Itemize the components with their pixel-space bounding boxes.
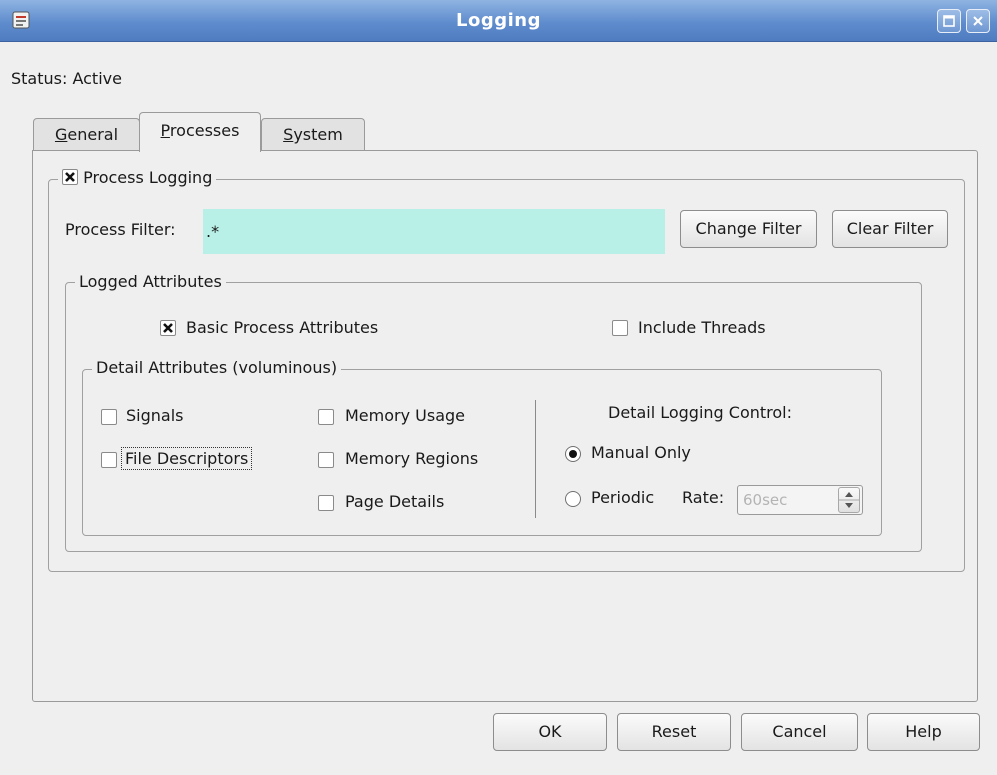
spin-arrows-icon (839, 492, 859, 508)
file-descriptors-label: File Descriptors (120, 447, 253, 470)
file-descriptors-checkbox[interactable] (101, 452, 117, 468)
reset-button[interactable]: Reset (617, 713, 731, 751)
maximize-icon (943, 15, 955, 27)
process-logging-label: Process Logging (83, 168, 213, 187)
include-threads-checkbox[interactable] (612, 320, 628, 336)
ok-button[interactable]: OK (493, 713, 607, 751)
memory-regions-checkbox[interactable] (318, 452, 334, 468)
periodic-label: Periodic (591, 488, 655, 507)
page-details-label: Page Details (345, 492, 445, 511)
tab-system-label: ystem (293, 125, 343, 144)
signals-checkbox[interactable] (101, 409, 117, 425)
tab-processes-mnemonic: P (160, 121, 170, 140)
basic-attributes-label: Basic Process Attributes (186, 318, 379, 337)
periodic-radio[interactable] (565, 491, 581, 507)
status-label: Status: Active (11, 69, 122, 88)
tab-system-mnemonic: S (283, 125, 294, 144)
rate-spinbox[interactable]: 60sec (737, 485, 863, 515)
manual-only-radio[interactable] (565, 446, 581, 462)
close-icon (973, 16, 983, 26)
vertical-separator (535, 400, 536, 518)
close-button[interactable] (966, 9, 990, 33)
memory-usage-label: Memory Usage (345, 406, 466, 425)
maximize-button[interactable] (937, 9, 961, 33)
tab-processes[interactable]: Processes (139, 112, 261, 152)
memory-regions-label: Memory Regions (345, 449, 479, 468)
logged-attributes-legend: Logged Attributes (75, 272, 226, 291)
clear-filter-button[interactable]: Clear Filter (832, 210, 948, 248)
signals-label: Signals (126, 406, 184, 425)
rate-spin-arrows[interactable] (838, 487, 860, 513)
title-bar: Logging (0, 0, 997, 42)
process-filter-field[interactable]: .* (203, 209, 665, 254)
rate-value: 60sec (743, 491, 788, 509)
tab-system[interactable]: System (261, 118, 365, 151)
manual-only-label: Manual Only (591, 443, 691, 462)
tab-general-mnemonic: G (54, 125, 68, 144)
tab-general-label: eneral (67, 125, 119, 144)
checkmark-icon (65, 172, 75, 182)
memory-usage-checkbox[interactable] (318, 409, 334, 425)
process-logging-legend: Process Logging (58, 168, 217, 187)
tab-processes-label: rocesses (169, 121, 240, 140)
tab-general[interactable]: General (33, 118, 140, 151)
checkmark-icon (163, 323, 173, 333)
include-threads-label: Include Threads (638, 318, 766, 337)
detail-attributes-legend: Detail Attributes (voluminous) (92, 358, 342, 377)
process-filter-label: Process Filter: (65, 220, 176, 239)
help-button[interactable]: Help (867, 713, 980, 751)
process-logging-checkbox[interactable] (62, 169, 78, 185)
change-filter-button[interactable]: Change Filter (680, 210, 817, 248)
rate-label: Rate: (682, 488, 725, 507)
detail-control-title: Detail Logging Control: (608, 403, 793, 422)
window-title: Logging (456, 10, 541, 31)
page-details-checkbox[interactable] (318, 495, 334, 511)
cancel-button[interactable]: Cancel (741, 713, 858, 751)
basic-attributes-checkbox[interactable] (160, 320, 176, 336)
